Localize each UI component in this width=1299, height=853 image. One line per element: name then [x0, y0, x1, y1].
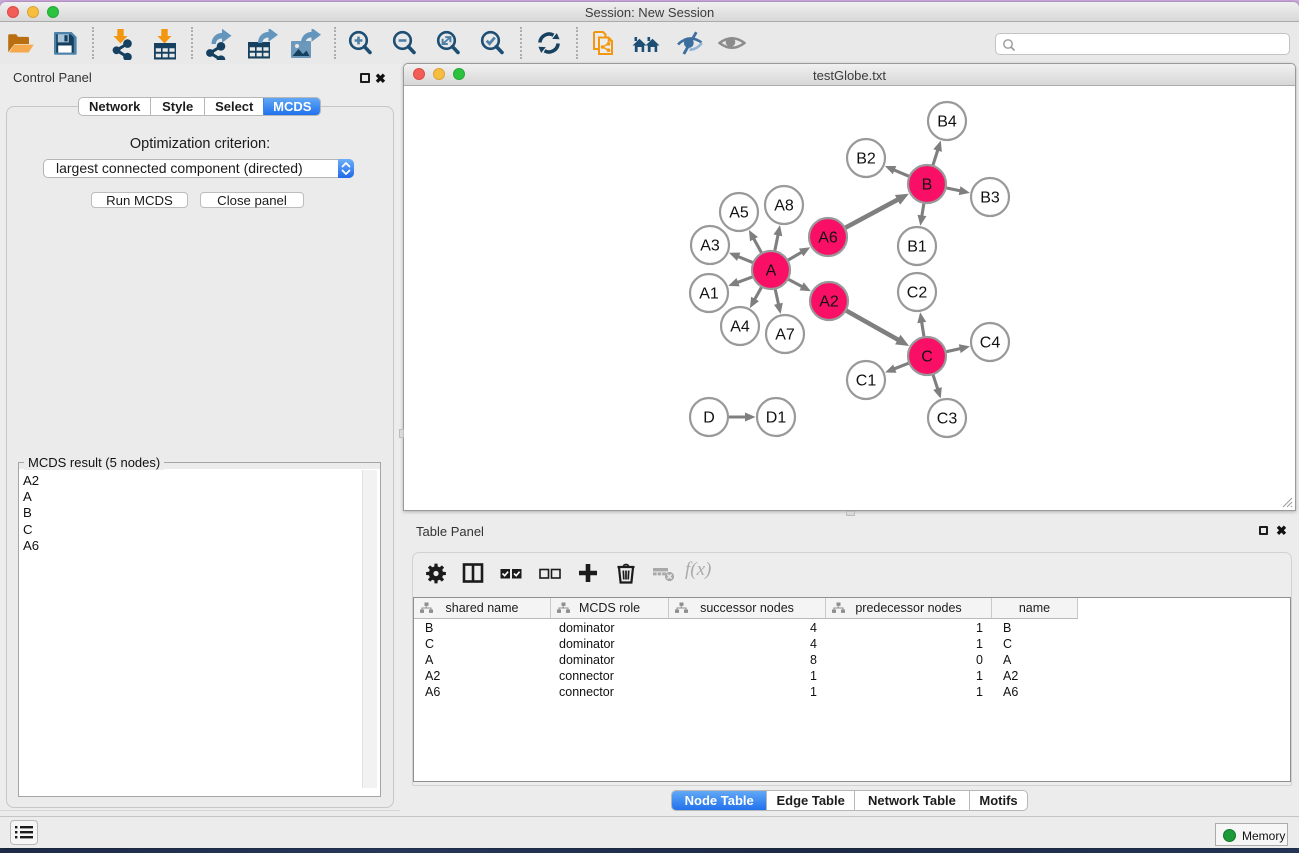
svg-text:A5: A5: [729, 205, 749, 222]
svg-text:C4: C4: [980, 335, 1001, 352]
svg-text:D: D: [703, 410, 715, 427]
svg-text:A1: A1: [699, 286, 719, 303]
svg-text:C1: C1: [856, 373, 877, 390]
svg-text:C: C: [921, 349, 933, 366]
svg-text:C3: C3: [937, 411, 958, 428]
svg-text:A4: A4: [730, 319, 750, 336]
svg-text:A6: A6: [818, 230, 838, 247]
svg-text:B1: B1: [907, 239, 927, 256]
svg-text:C2: C2: [907, 285, 928, 302]
svg-text:A: A: [766, 263, 777, 280]
svg-text:B2: B2: [856, 151, 876, 168]
svg-text:B4: B4: [937, 114, 957, 131]
svg-text:A2: A2: [819, 294, 839, 311]
svg-text:B3: B3: [980, 190, 1000, 207]
svg-text:A3: A3: [700, 238, 720, 255]
svg-text:A7: A7: [775, 327, 795, 344]
svg-text:B: B: [922, 177, 933, 194]
svg-text:D1: D1: [766, 410, 787, 427]
svg-text:A8: A8: [774, 198, 794, 215]
